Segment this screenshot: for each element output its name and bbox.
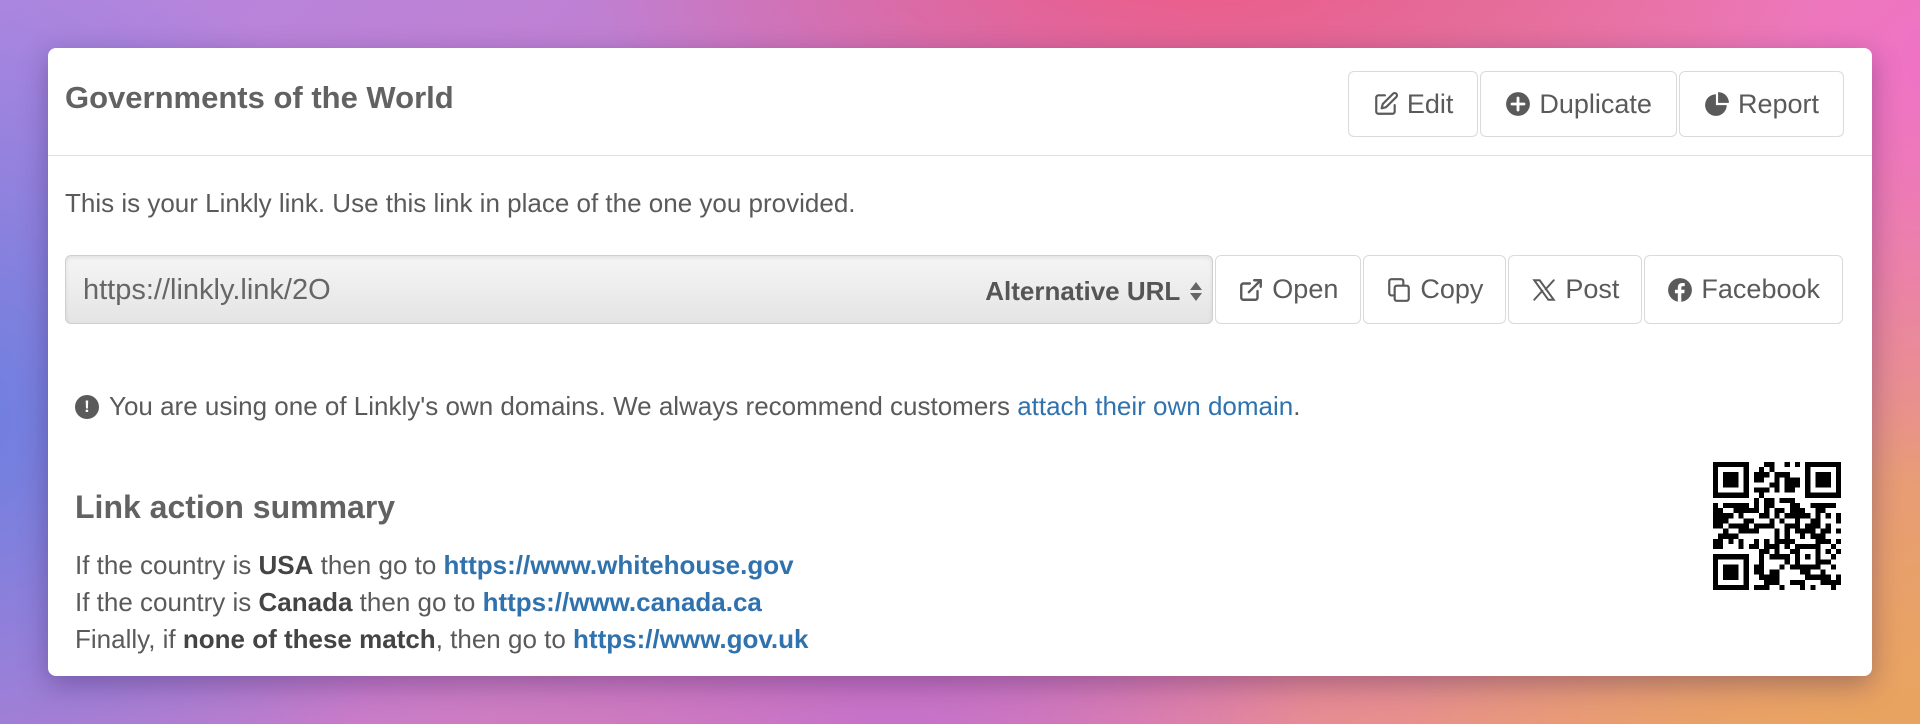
- rule-url-link[interactable]: https://www.canada.ca: [483, 587, 762, 617]
- copy-icon: [1388, 277, 1411, 302]
- rule-condition: none of these match: [182, 624, 436, 654]
- copy-button[interactable]: Copy: [1363, 255, 1507, 324]
- exclamation-circle-icon: !: [75, 394, 99, 419]
- summary-rules: If the country is USA then go to https:/…: [75, 547, 808, 658]
- notice-text-after: .: [1293, 391, 1301, 421]
- url-type-select[interactable]: Alternative URL: [985, 276, 1203, 307]
- plus-circle-icon: [1506, 92, 1531, 116]
- edit-icon: [1375, 92, 1398, 115]
- copy-button-label: Copy: [1420, 274, 1484, 304]
- open-button-label: Open: [1272, 274, 1339, 304]
- notice-text-before: You are using one of Linkly's own domain…: [109, 391, 1018, 421]
- short-url-row: https://linkly.link/2O Alternative URL O…: [65, 255, 1843, 324]
- summary-rule: Finally, if none of these match, then go…: [75, 621, 808, 658]
- rule-condition: USA: [258, 550, 314, 580]
- post-button-label: Post: [1565, 274, 1620, 304]
- open-button[interactable]: Open: [1215, 255, 1362, 324]
- intro-text: This is your Linkly link. Use this link …: [65, 188, 856, 218]
- summary-rule: If the country is USA then go to https:/…: [75, 547, 808, 584]
- facebook-button[interactable]: Facebook: [1644, 255, 1843, 324]
- post-button[interactable]: Post: [1508, 255, 1643, 324]
- edit-button[interactable]: Edit: [1347, 71, 1479, 137]
- rule-url-link[interactable]: https://www.whitehouse.gov: [444, 550, 794, 580]
- rule-middle: then go to: [352, 587, 483, 617]
- rule-prefix: If the country is: [75, 550, 259, 580]
- card-header: Governments of the World Edit Duplicate: [48, 48, 1872, 156]
- rule-condition: Canada: [258, 587, 353, 617]
- select-arrows-icon: [1190, 282, 1203, 301]
- short-url-value[interactable]: https://linkly.link/2O: [83, 274, 331, 307]
- rule-middle: , then go to: [435, 624, 574, 654]
- rule-url-link[interactable]: https://www.gov.uk: [573, 624, 808, 654]
- header-actions: Edit Duplicate Report: [1347, 71, 1844, 137]
- qr-code-icon[interactable]: [1713, 462, 1841, 590]
- short-url-field[interactable]: https://linkly.link/2O Alternative URL: [65, 255, 1214, 324]
- pie-chart-icon: [1705, 92, 1729, 116]
- attach-domain-link[interactable]: attach their own domain: [1017, 391, 1293, 421]
- facebook-button-label: Facebook: [1701, 274, 1820, 304]
- rule-middle: then go to: [313, 550, 444, 580]
- external-link-icon: [1240, 278, 1263, 301]
- rule-prefix: Finally, if: [75, 624, 183, 654]
- facebook-icon: [1668, 277, 1693, 302]
- duplicate-button-label: Duplicate: [1539, 88, 1652, 119]
- duplicate-button[interactable]: Duplicate: [1480, 71, 1677, 137]
- summary-rule: If the country is Canada then go to http…: [75, 584, 808, 621]
- report-button[interactable]: Report: [1678, 71, 1844, 137]
- domain-notice-text: You are using one of Linkly's own domain…: [109, 391, 1300, 422]
- link-card: Governments of the World Edit Duplicate: [48, 48, 1872, 676]
- rule-prefix: If the country is: [75, 587, 259, 617]
- x-logo-icon: [1532, 278, 1557, 301]
- report-button-label: Report: [1737, 88, 1819, 119]
- domain-notice: ! You are using one of Linkly's own doma…: [75, 391, 1300, 422]
- page-title: Governments of the World: [65, 80, 454, 115]
- edit-button-label: Edit: [1406, 88, 1454, 119]
- url-type-selected: Alternative URL: [985, 276, 1181, 306]
- summary-title: Link action summary: [75, 489, 396, 525]
